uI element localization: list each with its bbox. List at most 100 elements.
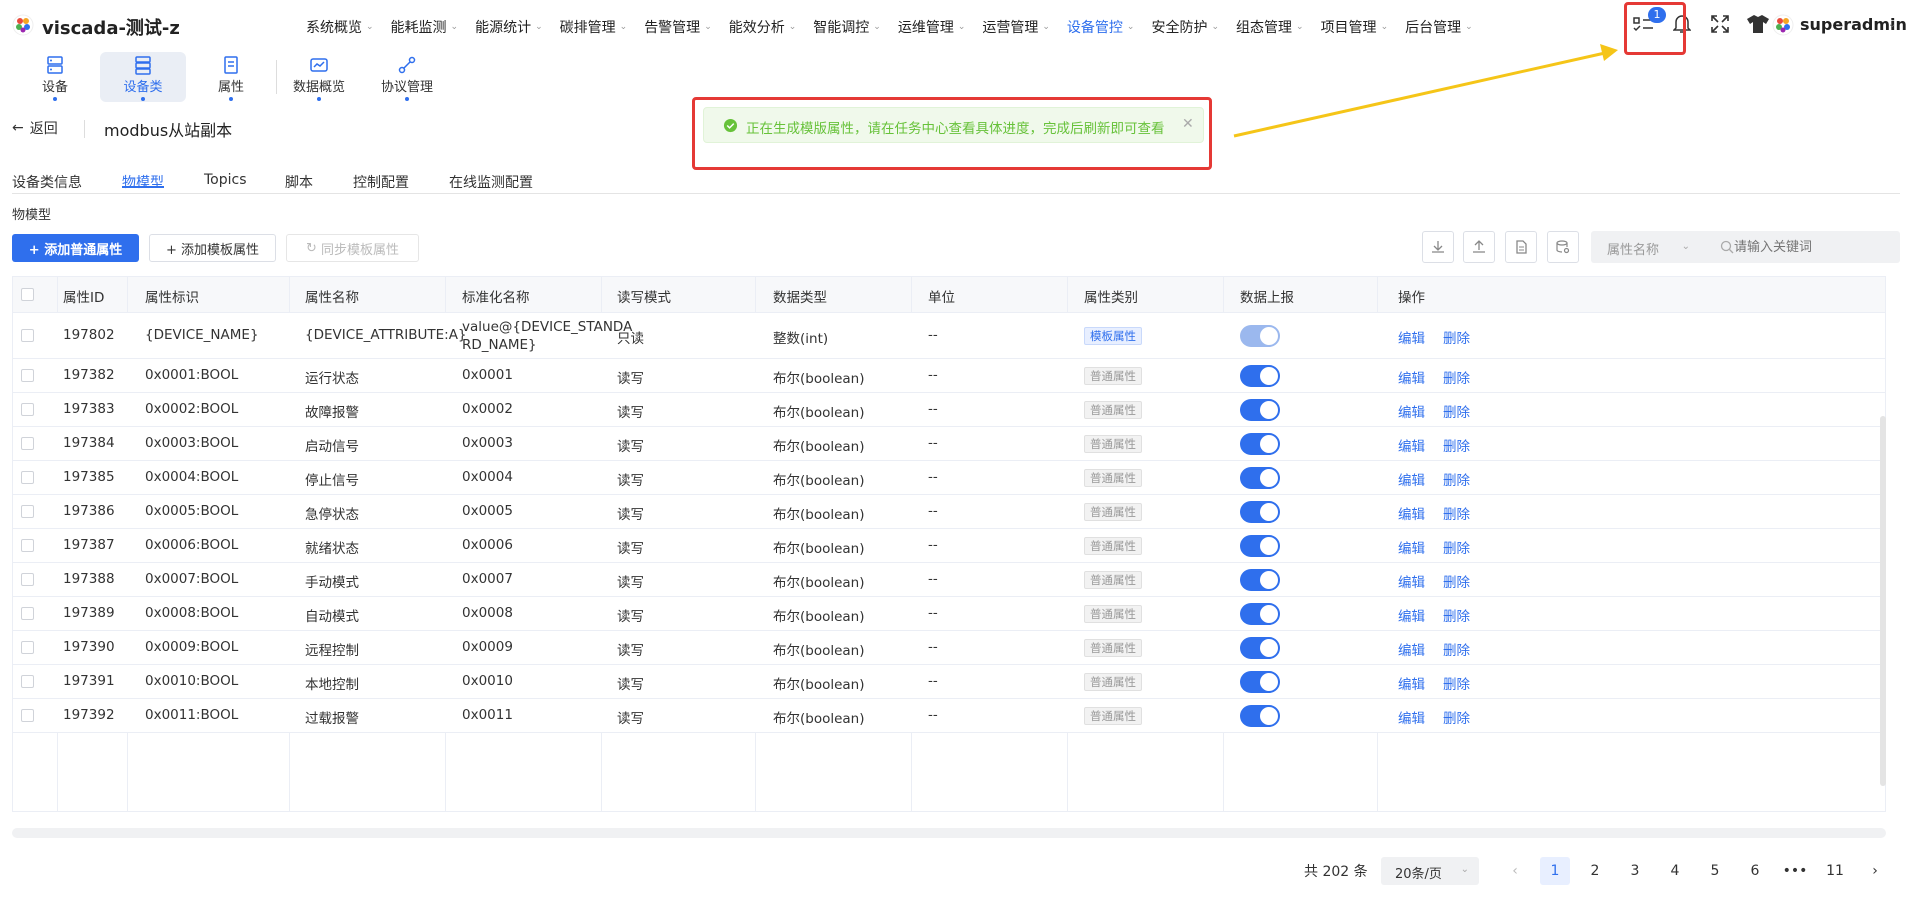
subnav-device-class[interactable]: 设备类 [100,52,186,102]
edit-link[interactable]: 编辑 [1398,571,1425,591]
delete-link[interactable]: 删除 [1443,401,1470,421]
table-row[interactable]: 197388 0x0007:BOOL 手动模式 0x0007 读写 布尔(boolean)… [13,563,1885,597]
page-number-button[interactable]: 4 [1660,857,1690,885]
edit-link[interactable]: 编辑 [1398,537,1425,557]
row-checkbox[interactable] [21,369,34,382]
edit-link[interactable]: 编辑 [1398,435,1425,455]
data-report-toggle[interactable] [1240,399,1280,421]
delete-link[interactable]: 删除 [1443,707,1470,727]
page-number-button[interactable]: 5 [1700,857,1730,885]
upload-button[interactable] [1463,231,1495,263]
delete-link[interactable]: 删除 [1443,469,1470,489]
add-normal-attribute-button[interactable]: + 添加普通属性 [12,234,139,262]
table-row[interactable]: 197390 0x0009:BOOL 远程控制 0x0009 读写 布尔(boolean)… [13,631,1885,665]
page-number-button[interactable]: 11 [1820,857,1850,885]
nav-item[interactable]: 系统概览 ⌄ [306,17,374,37]
data-report-toggle[interactable] [1240,501,1280,523]
edit-link[interactable]: 编辑 [1398,639,1425,659]
nav-item[interactable]: 能源统计 ⌄ [475,17,543,37]
data-report-toggle[interactable] [1240,603,1280,625]
delete-link[interactable]: 删除 [1443,673,1470,693]
table-row[interactable]: 197386 0x0005:BOOL 急停状态 0x0005 读写 布尔(boolean)… [13,495,1885,529]
tab-topics[interactable]: Topics [204,172,247,188]
table-row[interactable]: 197802 {DEVICE_NAME} {DEVICE_ATTRIBUTE:A} v… [13,313,1885,359]
delete-link[interactable]: 删除 [1443,605,1470,625]
data-report-toggle[interactable] [1240,637,1280,659]
download-button[interactable] [1422,231,1454,263]
nav-item[interactable]: 项目管理 ⌄ [1321,17,1389,37]
filter-field-select[interactable]: 属性名称 ⌄ [1591,231,1702,263]
delete-link[interactable]: 删除 [1443,327,1470,347]
table-row[interactable]: 197382 0x0001:BOOL 运行状态 0x0001 读写 布尔(boolean)… [13,359,1885,393]
nav-item[interactable]: 后台管理 ⌄ [1405,17,1473,37]
table-row[interactable]: 197383 0x0002:BOOL 故障报警 0x0002 读写 布尔(boolean)… [13,393,1885,427]
edit-link[interactable]: 编辑 [1398,503,1425,523]
row-checkbox[interactable] [21,329,34,342]
row-checkbox[interactable] [21,505,34,518]
fullscreen-icon[interactable] [1708,12,1732,36]
data-report-toggle[interactable] [1240,535,1280,557]
data-report-toggle[interactable] [1240,433,1280,455]
delete-link[interactable]: 删除 [1443,639,1470,659]
row-checkbox[interactable] [21,607,34,620]
nav-item[interactable]: 能效分析 ⌄ [729,17,797,37]
select-all-checkbox[interactable] [21,288,34,301]
nav-item[interactable]: 设备管控 ⌄ [1067,17,1135,37]
user-avatar-icon[interactable] [1772,14,1794,36]
sync-template-attribute-button[interactable]: ↻ 同步模板属性 [286,234,419,262]
tab-control-config[interactable]: 控制配置 [353,172,409,192]
page-number-button[interactable]: 2 [1580,857,1610,885]
table-row[interactable]: 197389 0x0008:BOOL 自动模式 0x0008 读写 布尔(boolean)… [13,597,1885,631]
row-checkbox[interactable] [21,709,34,722]
subnav-data-overview[interactable]: 数据概览 [276,52,362,102]
nav-item[interactable]: 能耗监测 ⌄ [391,17,459,37]
theme-shirt-icon[interactable] [1746,12,1770,36]
edit-link[interactable]: 编辑 [1398,469,1425,489]
data-report-toggle[interactable] [1240,569,1280,591]
nav-item[interactable]: 运维管理 ⌄ [898,17,966,37]
table-row[interactable]: 197384 0x0003:BOOL 启动信号 0x0003 读写 布尔(boolean)… [13,427,1885,461]
database-search-button[interactable] [1547,231,1579,263]
tab-thing-model[interactable]: 物模型 [122,172,164,192]
data-report-toggle[interactable] [1240,365,1280,387]
row-checkbox[interactable] [21,539,34,552]
edit-link[interactable]: 编辑 [1398,401,1425,421]
tab-online-monitor-config[interactable]: 在线监测配置 [449,172,533,192]
subnav-protocol[interactable]: 协议管理 [364,52,450,102]
row-checkbox[interactable] [21,403,34,416]
edit-link[interactable]: 编辑 [1398,707,1425,727]
nav-item[interactable]: 运营管理 ⌄ [982,17,1050,37]
subnav-device[interactable]: 设备 [12,52,98,102]
nav-item[interactable]: 智能调控 ⌄ [813,17,881,37]
nav-item[interactable]: 碳排管理 ⌄ [560,17,628,37]
add-template-attribute-button[interactable]: + 添加模板属性 [149,234,276,262]
page-number-button[interactable]: 1 [1540,857,1570,885]
delete-link[interactable]: 删除 [1443,367,1470,387]
horizontal-scrollbar[interactable] [12,828,1886,838]
vertical-scrollbar[interactable] [1880,416,1886,786]
row-checkbox[interactable] [21,675,34,688]
document-button[interactable] [1505,231,1537,263]
nav-item[interactable]: 告警管理 ⌄ [644,17,712,37]
nav-item[interactable]: 组态管理 ⌄ [1236,17,1304,37]
table-row[interactable]: 197387 0x0006:BOOL 就绪状态 0x0006 读写 布尔(boolean)… [13,529,1885,563]
edit-link[interactable]: 编辑 [1398,673,1425,693]
table-row[interactable]: 197391 0x0010:BOOL 本地控制 0x0010 读写 布尔(boolean)… [13,665,1885,699]
data-report-toggle[interactable] [1240,671,1280,693]
delete-link[interactable]: 删除 [1443,503,1470,523]
table-row[interactable]: 197392 0x0011:BOOL 过载报警 0x0011 读写 布尔(boolean)… [13,699,1885,733]
nav-item[interactable]: 安全防护 ⌄ [1151,17,1219,37]
data-report-toggle[interactable] [1240,705,1280,727]
table-row[interactable]: 197385 0x0004:BOOL 停止信号 0x0004 读写 布尔(boolean)… [13,461,1885,495]
data-report-toggle[interactable] [1240,325,1280,347]
edit-link[interactable]: 编辑 [1398,605,1425,625]
chevron-down-icon[interactable]: ⌄ [1888,19,1896,30]
back-button[interactable]: ← 返回 [12,118,58,138]
delete-link[interactable]: 删除 [1443,435,1470,455]
edit-link[interactable]: 编辑 [1398,327,1425,347]
data-report-toggle[interactable] [1240,467,1280,489]
next-page-button[interactable]: › [1860,857,1890,885]
prev-page-button[interactable]: ‹ [1500,857,1530,885]
row-checkbox[interactable] [21,471,34,484]
page-ellipsis[interactable]: ••• [1780,857,1810,885]
